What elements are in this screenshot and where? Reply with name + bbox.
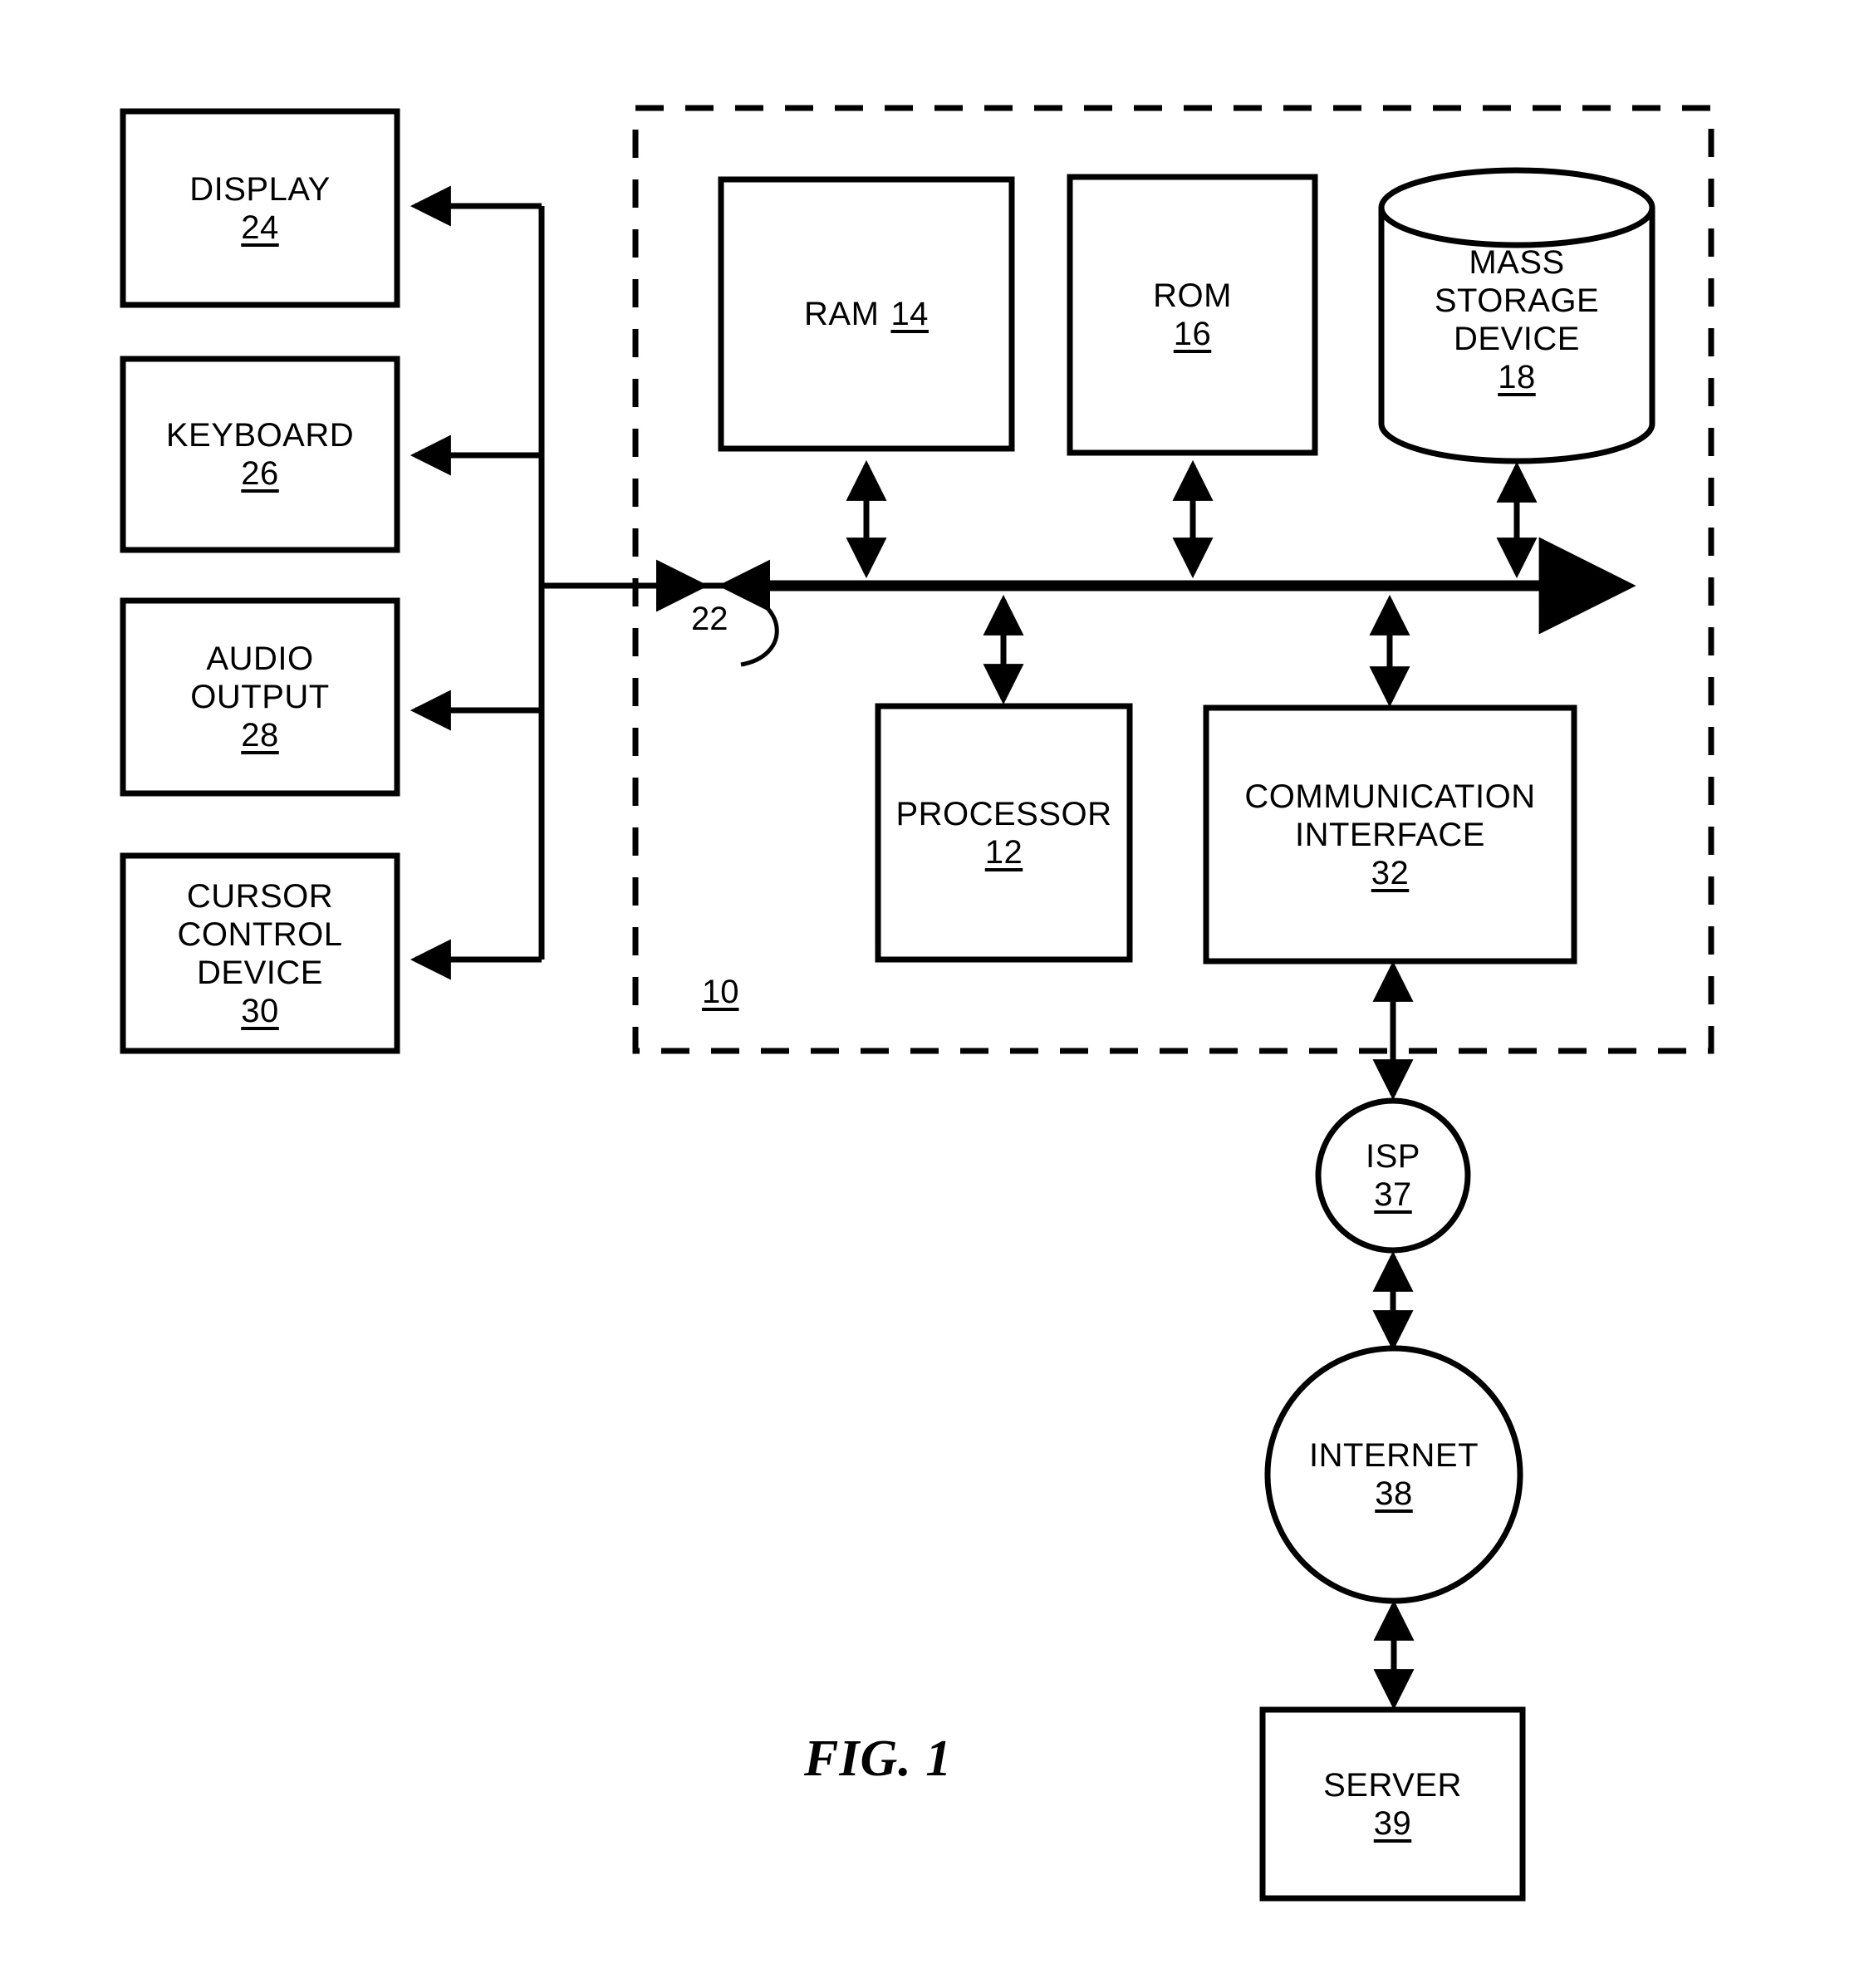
keyboard-box <box>120 356 400 553</box>
figure-caption: FIG. 1 <box>804 1730 953 1787</box>
bus-leader <box>738 589 779 667</box>
processor-box <box>875 703 1133 963</box>
isp-circle <box>1315 1097 1471 1254</box>
internet-circle <box>1264 1345 1523 1604</box>
system-reference-label: 10 <box>702 974 739 1011</box>
audio-output-box <box>120 597 400 797</box>
display-box <box>120 108 400 308</box>
rom-box <box>1067 174 1318 456</box>
bus-ref-value: 22 <box>691 601 728 637</box>
cursor-control-box <box>120 852 400 1054</box>
patent-figure: DISPLAY 24 KEYBOARD 26 AUDIO OUTPUT 28 C… <box>0 0 1859 1988</box>
server-box <box>1259 1706 1526 1902</box>
diagram-artwork <box>120 105 1714 1902</box>
system-ref-value: 10 <box>702 974 739 1010</box>
bus-reference-label: 22 <box>691 601 728 638</box>
ram-box <box>718 176 1015 452</box>
mass-storage-cylinder <box>1378 167 1655 464</box>
communication-interface-box <box>1203 704 1577 965</box>
